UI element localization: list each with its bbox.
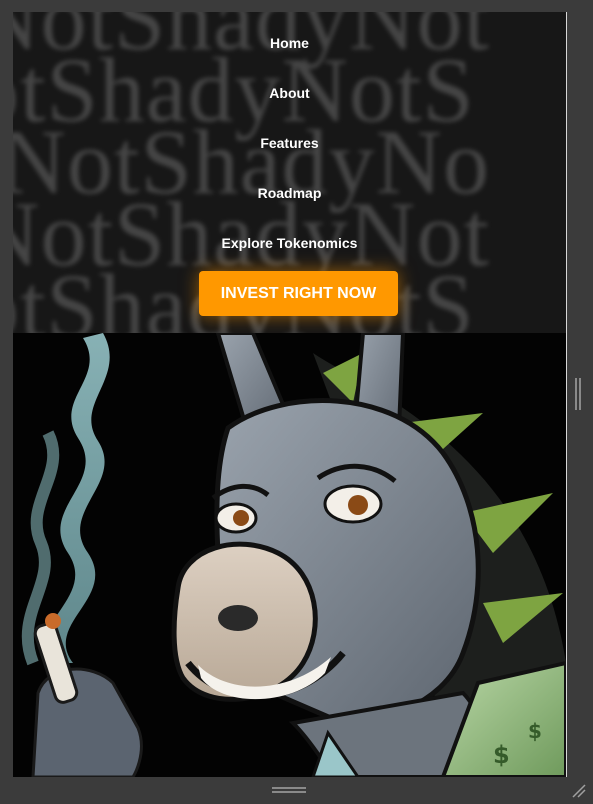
donkey-mascot-image: $ $ (13, 333, 566, 777)
svg-text:$: $ (493, 741, 510, 769)
nav-features[interactable]: Features (13, 135, 566, 151)
nav-about[interactable]: About (13, 85, 566, 101)
donkey-mascot-illustration: $ $ (13, 333, 566, 777)
page-viewport: NotShadyNot otShadyNotS tNotShadyNo NotS… (13, 12, 567, 777)
device-frame: NotShadyNot otShadyNotS tNotShadyNo NotS… (0, 0, 593, 804)
invest-now-button[interactable]: INVEST RIGHT NOW (199, 271, 398, 316)
bottom-resize-handle[interactable] (272, 786, 306, 794)
resize-handle-vertical-icon (579, 378, 581, 410)
resize-handle-horizontal-icon (272, 791, 306, 793)
resize-handle-vertical-icon (575, 378, 577, 410)
right-resize-handle[interactable] (574, 378, 582, 410)
svg-text:$: $ (528, 719, 542, 743)
nav-explore-tokenomics[interactable]: Explore Tokenomics (13, 235, 566, 251)
mobile-menu: NotShadyNot otShadyNotS tNotShadyNo NotS… (13, 12, 566, 333)
corner-resize-handle[interactable] (568, 780, 586, 798)
nav-home[interactable]: Home (13, 35, 566, 51)
nav-roadmap[interactable]: Roadmap (13, 185, 566, 201)
resize-corner-icon (572, 784, 586, 798)
resize-handle-horizontal-icon (272, 787, 306, 789)
